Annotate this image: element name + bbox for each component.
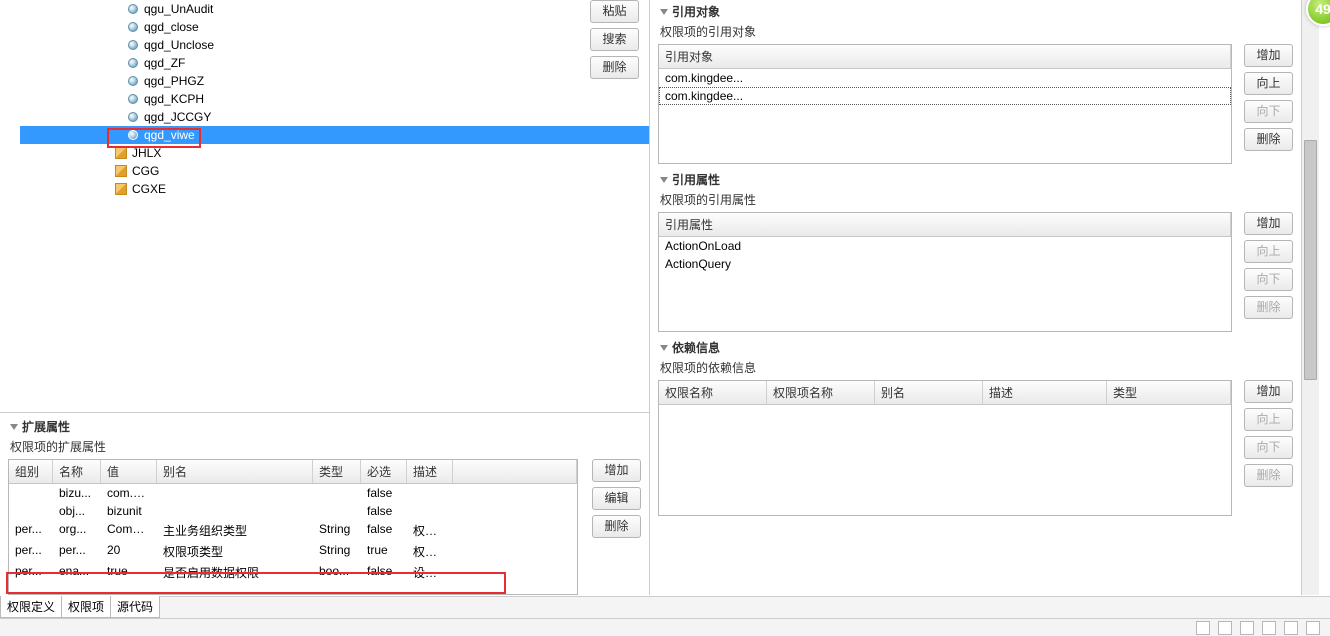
col-header[interactable]: 引用对象: [659, 45, 1231, 68]
col-header[interactable]: 必选: [361, 460, 407, 483]
tree-item[interactable]: qgd_Unclose: [20, 36, 649, 54]
add-button[interactable]: 增加: [1244, 212, 1293, 235]
ref-obj-header: 引用对象: [658, 0, 1293, 22]
col-header[interactable]: 别名: [157, 460, 313, 483]
chevron-down-icon: [660, 177, 668, 183]
ext-attr-subtitle: 权限项的扩展属性: [8, 437, 641, 459]
col-header[interactable]: 引用属性: [659, 213, 1231, 236]
tree-item[interactable]: qgd_close: [20, 18, 649, 36]
tree-item[interactable]: qgd_KCPH: [20, 90, 649, 108]
cube-icon: [115, 147, 127, 159]
table-row[interactable]: com.kingdee...: [659, 69, 1231, 87]
move-down-button[interactable]: 向下: [1244, 436, 1293, 459]
status-icon[interactable]: [1306, 621, 1320, 635]
edit-button[interactable]: 编辑: [592, 487, 641, 510]
table-row[interactable]: ActionOnLoad: [659, 237, 1231, 255]
sphere-icon: [128, 40, 138, 50]
col-header[interactable]: 权限名称: [659, 381, 767, 404]
chevron-down-icon: [660, 9, 668, 15]
tree-item[interactable]: JHLX: [20, 144, 649, 162]
ext-attr-table[interactable]: 组别 名称 值 别名 类型 必选 描述 bizu...com.ki...fals…: [8, 459, 578, 595]
sphere-icon: [128, 76, 138, 86]
status-icon[interactable]: [1196, 621, 1210, 635]
delete-button[interactable]: 删除: [1244, 464, 1293, 487]
add-button[interactable]: 增加: [1244, 380, 1293, 403]
col-header[interactable]: 权限项名称: [767, 381, 875, 404]
sphere-icon: [128, 130, 138, 140]
col-header[interactable]: 描述: [407, 460, 453, 483]
status-icon[interactable]: [1240, 621, 1254, 635]
status-icon[interactable]: [1262, 621, 1276, 635]
ref-obj-table[interactable]: 引用对象 com.kingdee... com.kingdee...: [658, 44, 1232, 164]
table-row[interactable]: com.kingdee...: [659, 87, 1231, 105]
cube-icon: [115, 183, 127, 195]
tree-view[interactable]: qgu_UnAudit qgd_close qgd_Unclose qgd_ZF…: [0, 0, 649, 412]
ref-attr-subtitle: 权限项的引用属性: [658, 190, 1293, 212]
col-header[interactable]: 类型: [313, 460, 361, 483]
table-row[interactable]: bizu...com.ki...false: [9, 484, 577, 502]
col-header[interactable]: 描述: [983, 381, 1107, 404]
move-down-button[interactable]: 向下: [1244, 100, 1293, 123]
col-header[interactable]: 名称: [53, 460, 101, 483]
col-header[interactable]: 组别: [9, 460, 53, 483]
cube-icon: [115, 165, 127, 177]
tree-item[interactable]: qgu_UnAudit: [20, 0, 649, 18]
sphere-icon: [128, 112, 138, 122]
sphere-icon: [128, 22, 138, 32]
sphere-icon: [128, 58, 138, 68]
sphere-icon: [128, 94, 138, 104]
tree-item[interactable]: qgd_ZF: [20, 54, 649, 72]
col-header[interactable]: 值: [101, 460, 157, 483]
scrollbar[interactable]: [1301, 0, 1319, 595]
tab-source[interactable]: 源代码: [110, 596, 160, 618]
status-bar: [0, 618, 1330, 636]
tab-perm-item[interactable]: 权限项: [61, 596, 111, 618]
tree-item[interactable]: CGG: [20, 162, 649, 180]
table-row[interactable]: per...per...20权限项类型Stringtrue权限...: [9, 541, 577, 562]
col-header[interactable]: 类型: [1107, 381, 1231, 404]
status-icon[interactable]: [1218, 621, 1232, 635]
tree-item[interactable]: CGXE: [20, 180, 649, 198]
tab-perm-def[interactable]: 权限定义: [0, 596, 62, 618]
bottom-tabs: 权限定义 权限项 源代码: [0, 596, 1330, 618]
tree-item-selected[interactable]: qgd_viwe: [20, 126, 649, 144]
delete-button[interactable]: 删除: [1244, 128, 1293, 151]
delete-button[interactable]: 删除: [592, 515, 641, 538]
table-row[interactable]: per...org...Compa...主业务组织类型Stringfalse权限…: [9, 520, 577, 541]
ref-attr-header: 引用属性: [658, 168, 1293, 190]
ref-obj-subtitle: 权限项的引用对象: [658, 22, 1293, 44]
dep-info-table[interactable]: 权限名称 权限项名称 别名 描述 类型: [658, 380, 1232, 516]
status-icon[interactable]: [1284, 621, 1298, 635]
paste-button[interactable]: 粘贴: [590, 0, 639, 23]
tree-item[interactable]: qgd_JCCGY: [20, 108, 649, 126]
table-row[interactable]: per...ena...true是否启用数据权限boo...false设置...: [9, 562, 577, 583]
chevron-down-icon: [660, 345, 668, 351]
dep-info-subtitle: 权限项的依赖信息: [658, 358, 1293, 380]
delete-button[interactable]: 删除: [1244, 296, 1293, 319]
col-header[interactable]: 别名: [875, 381, 983, 404]
dep-info-header: 依赖信息: [658, 336, 1293, 358]
move-up-button[interactable]: 向上: [1244, 240, 1293, 263]
table-row[interactable]: obj...bizunitfalse: [9, 502, 577, 520]
search-button[interactable]: 搜索: [590, 28, 639, 51]
add-button[interactable]: 增加: [592, 459, 641, 482]
chevron-down-icon: [10, 424, 18, 430]
delete-button[interactable]: 删除: [590, 56, 639, 79]
move-up-button[interactable]: 向上: [1244, 408, 1293, 431]
tree-item[interactable]: qgd_PHGZ: [20, 72, 649, 90]
table-row[interactable]: ActionQuery: [659, 255, 1231, 273]
move-up-button[interactable]: 向上: [1244, 72, 1293, 95]
ref-attr-table[interactable]: 引用属性 ActionOnLoad ActionQuery: [658, 212, 1232, 332]
add-button[interactable]: 增加: [1244, 44, 1293, 67]
ext-attr-header: 扩展属性: [8, 415, 641, 437]
move-down-button[interactable]: 向下: [1244, 268, 1293, 291]
sphere-icon: [128, 4, 138, 14]
